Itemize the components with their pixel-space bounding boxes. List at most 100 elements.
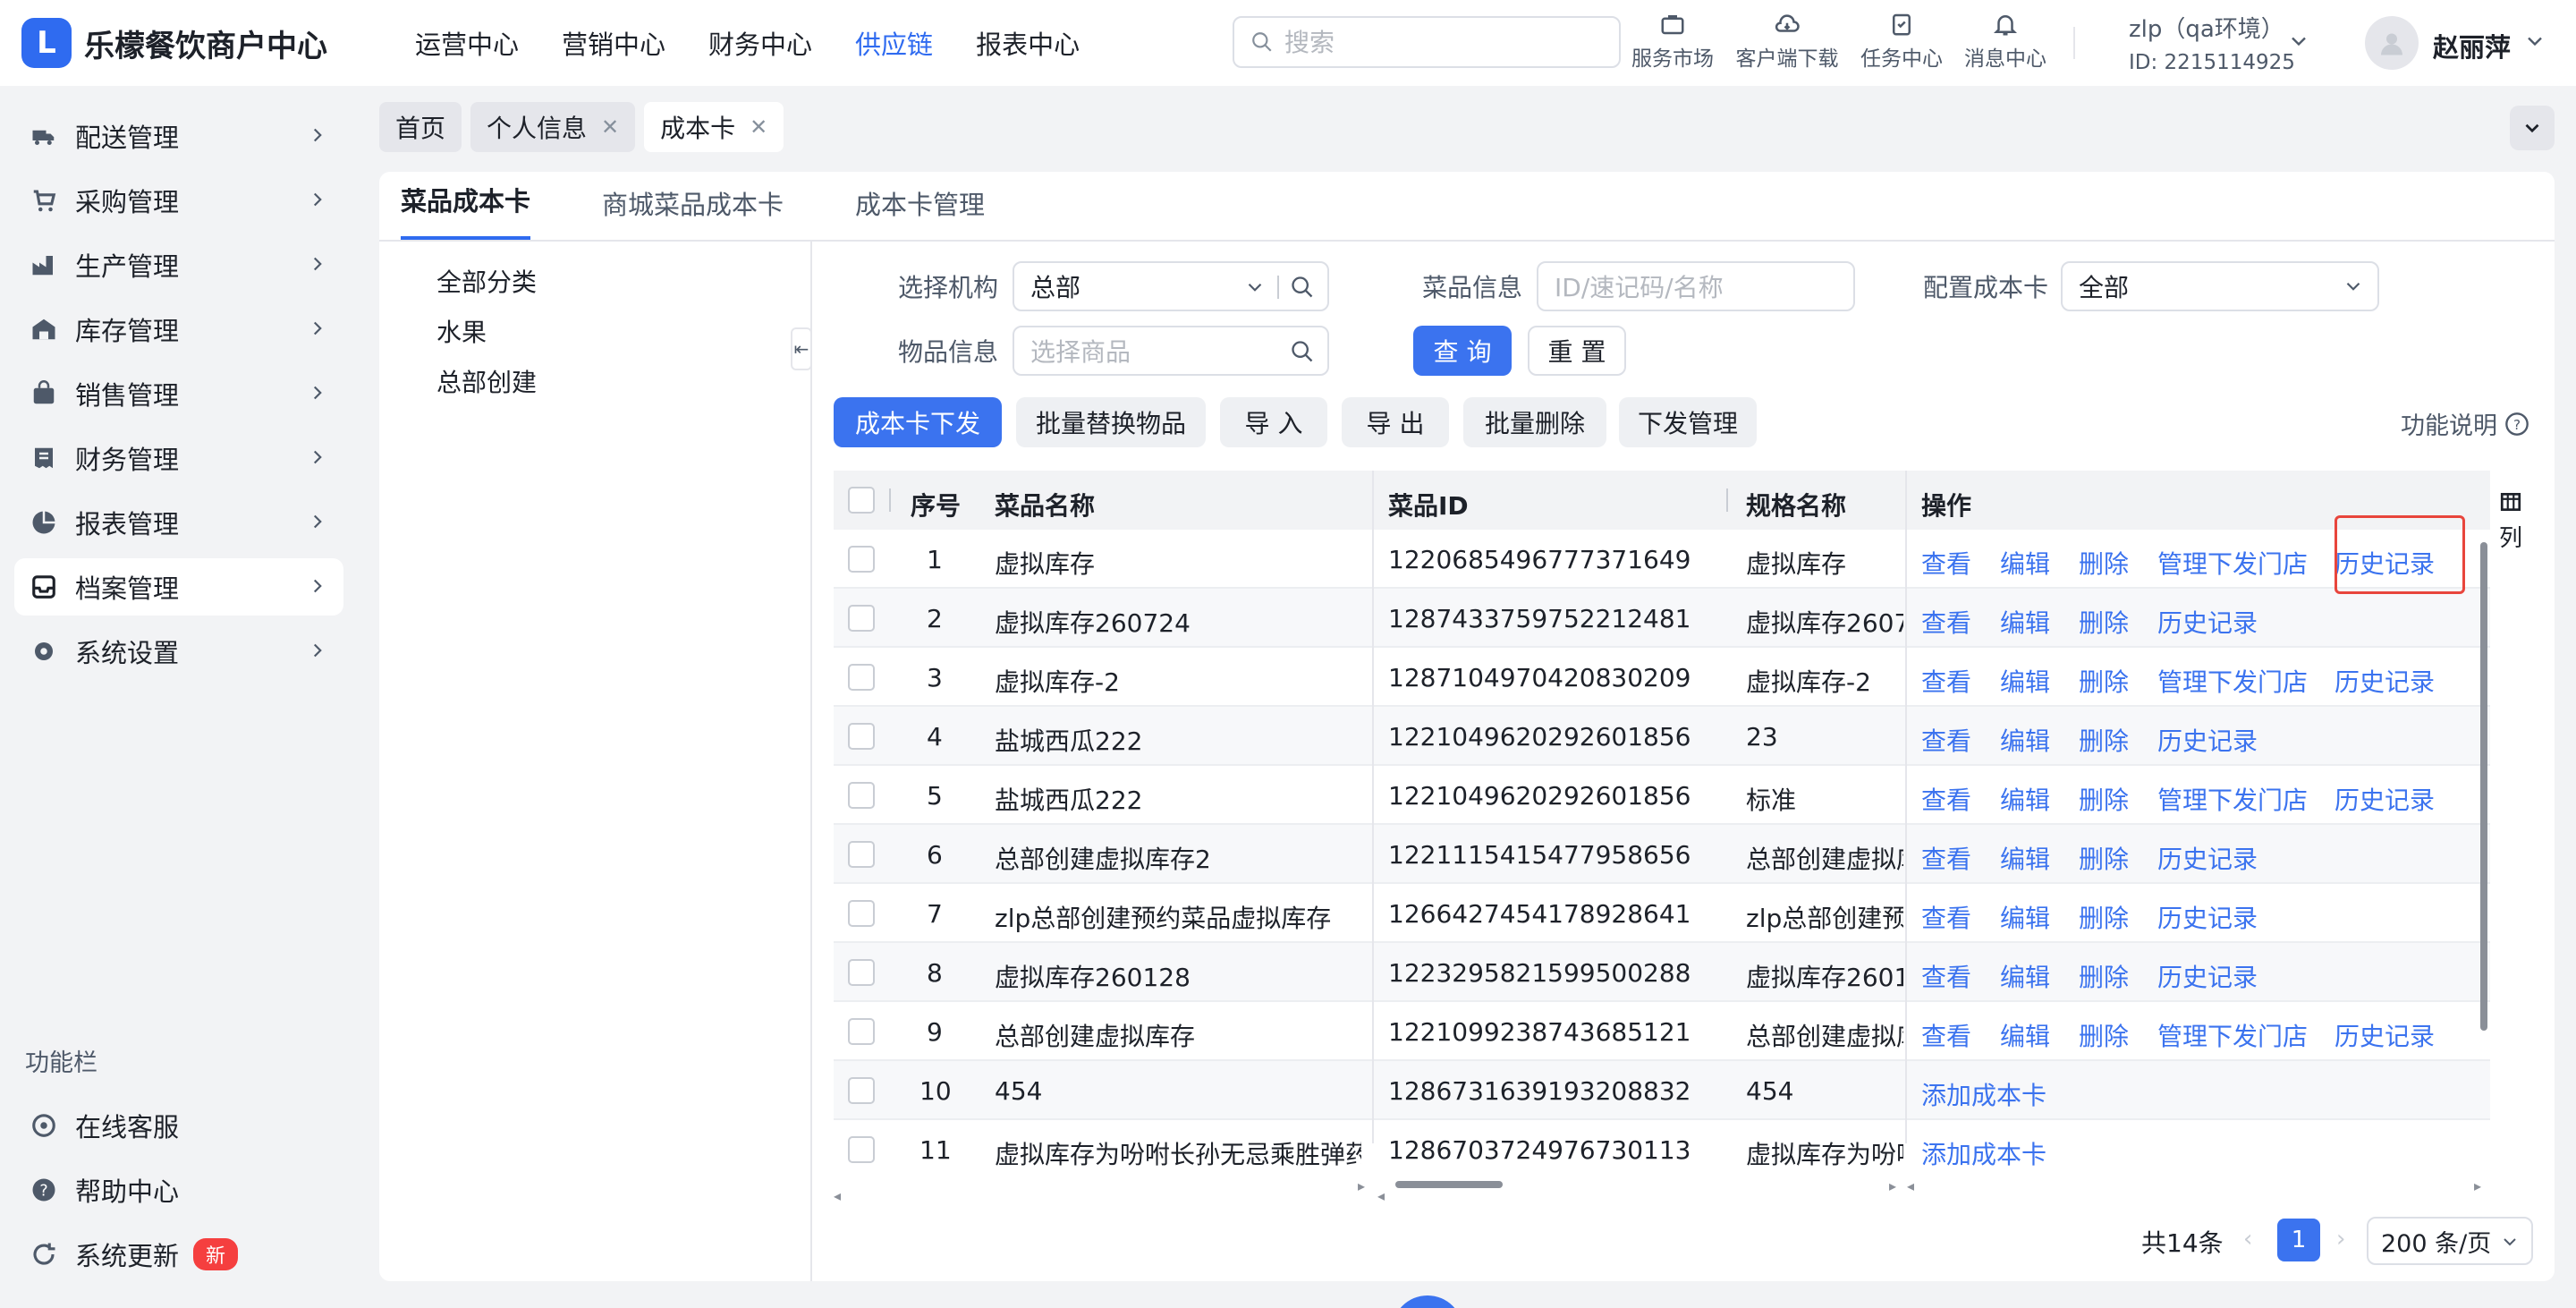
history-button[interactable]: 历史记录 (2157, 604, 2258, 640)
tab-home[interactable]: 首页 (379, 102, 462, 152)
export-button[interactable]: 导 出 (1342, 397, 1449, 447)
issue-manage-button[interactable]: 下发管理 (1619, 397, 1757, 447)
sidebar-item-reports[interactable]: 报表管理 (14, 494, 343, 551)
item-info-input[interactable]: 选择商品 (1013, 326, 1329, 376)
reset-button[interactable]: 重 置 (1528, 326, 1626, 376)
col-spec[interactable]: 规格名称 (1746, 487, 1846, 522)
manage-stores-button[interactable]: 管理下发门店 (2157, 545, 2308, 581)
edit-button[interactable]: 编辑 (2000, 840, 2050, 876)
history-button[interactable]: 历史记录 (2157, 722, 2258, 758)
horizontal-scrollbar-left[interactable]: ◂ ▸ (834, 1177, 1370, 1204)
avatar[interactable] (2365, 16, 2419, 70)
tree-item-fruit[interactable]: 水果 (436, 313, 487, 349)
delete-button[interactable]: 删除 (2079, 781, 2129, 817)
row-checkbox[interactable] (848, 1077, 875, 1104)
online-service-link[interactable]: 在线客服 (14, 1097, 343, 1154)
view-button[interactable]: 查看 (1921, 545, 1971, 581)
chevron-down-icon[interactable] (2522, 29, 2547, 54)
help-center-link[interactable]: ? 帮助中心 (14, 1161, 343, 1219)
sidebar-item-delivery[interactable]: 配送管理 (14, 107, 343, 165)
tree-item-all[interactable]: 全部分类 (436, 263, 537, 299)
sidebar-item-settings[interactable]: 系统设置 (14, 623, 343, 680)
row-checkbox[interactable] (848, 900, 875, 927)
import-button[interactable]: 导 入 (1220, 397, 1327, 447)
view-button[interactable]: 查看 (1921, 604, 1971, 640)
delete-button[interactable]: 删除 (2079, 604, 2129, 640)
service-market-button[interactable]: 服务市场 (1619, 11, 1726, 72)
view-button[interactable]: 查看 (1921, 1017, 1971, 1053)
user-name[interactable]: 赵丽萍 (2433, 27, 2511, 64)
search-input[interactable] (1284, 27, 1589, 57)
delete-button[interactable]: 删除 (2079, 545, 2129, 581)
global-search[interactable] (1233, 16, 1621, 68)
row-checkbox[interactable] (848, 841, 875, 868)
manage-stores-button[interactable]: 管理下发门店 (2157, 663, 2308, 699)
vertical-scrollbar[interactable] (2478, 530, 2490, 1168)
history-button[interactable]: 历史记录 (2334, 1017, 2435, 1053)
org-select[interactable]: 总部 (1013, 261, 1329, 311)
scroll-left-arrow[interactable]: ◂ (834, 1187, 841, 1204)
help-link[interactable]: 功能说明 ? (2401, 406, 2529, 441)
sidebar-item-archives[interactable]: 档案管理 (14, 558, 343, 616)
scroll-right-arrow[interactable]: ▸ (1889, 1177, 1896, 1194)
edit-button[interactable]: 编辑 (2000, 1017, 2050, 1053)
issue-cost-card-button[interactable]: 成本卡下发 (834, 397, 1002, 447)
scroll-left-arrow[interactable]: ◂ (1907, 1177, 1914, 1194)
delete-button[interactable]: 删除 (2079, 722, 2129, 758)
row-checkbox[interactable] (848, 723, 875, 750)
row-checkbox[interactable] (848, 605, 875, 632)
scrollbar-thumb[interactable] (2480, 542, 2487, 1031)
tabs-dropdown-button[interactable] (2510, 106, 2555, 150)
app-logo[interactable]: L 乐檬餐饮商户中心 (21, 18, 361, 68)
history-button[interactable]: 历史记录 (2157, 958, 2258, 994)
sidebar-item-production[interactable]: 生产管理 (14, 236, 343, 293)
scroll-right-arrow[interactable]: ▸ (2474, 1177, 2481, 1194)
close-icon[interactable]: ✕ (601, 115, 619, 140)
delete-button[interactable]: 删除 (2079, 958, 2129, 994)
row-checkbox[interactable] (848, 664, 875, 691)
next-page-icon[interactable]: › (2336, 1226, 2345, 1253)
close-icon[interactable]: ✕ (750, 115, 767, 140)
scroll-right-arrow[interactable]: ▸ (1358, 1177, 1365, 1194)
edit-button[interactable]: 编辑 (2000, 899, 2050, 935)
row-checkbox[interactable] (848, 959, 875, 986)
search-icon[interactable] (1290, 275, 1315, 300)
chevron-down-icon[interactable] (2286, 29, 2311, 54)
col-name[interactable]: 菜品名称 (995, 487, 1095, 522)
history-button[interactable]: 历史记录 (2157, 840, 2258, 876)
manage-stores-button[interactable]: 管理下发门店 (2157, 781, 2308, 817)
batch-delete-button[interactable]: 批量删除 (1463, 397, 1606, 447)
manage-stores-button[interactable]: 管理下发门店 (2157, 1017, 2308, 1053)
sidebar-item-purchase[interactable]: 采购管理 (14, 172, 343, 229)
sidebar-item-sales[interactable]: 销售管理 (14, 365, 343, 422)
topnav-reports[interactable]: 报表中心 (976, 24, 1080, 62)
edit-button[interactable]: 编辑 (2000, 958, 2050, 994)
history-button[interactable]: 历史记录 (2334, 781, 2435, 817)
tree-item-hq[interactable]: 总部创建 (436, 363, 537, 399)
floating-assistant-button[interactable] (1392, 1295, 1463, 1308)
tab-cost-card[interactable]: 成本卡 ✕ (644, 102, 784, 152)
history-button[interactable]: 历史记录 (2157, 899, 2258, 935)
scroll-left-arrow[interactable]: ◂ (1377, 1187, 1385, 1204)
sidebar-item-inventory[interactable]: 库存管理 (14, 301, 343, 358)
view-button[interactable]: 查看 (1921, 958, 1971, 994)
col-id[interactable]: 菜品ID (1388, 487, 1469, 522)
scrollbar-thumb[interactable] (1395, 1181, 1503, 1188)
edit-button[interactable]: 编辑 (2000, 604, 2050, 640)
tree-collapse-toggle[interactable]: ⇤ (791, 327, 812, 370)
row-checkbox[interactable] (848, 782, 875, 809)
edit-button[interactable]: 编辑 (2000, 663, 2050, 699)
edit-button[interactable]: 编辑 (2000, 781, 2050, 817)
subtab-dish-cost-card[interactable]: 菜品成本卡 (401, 181, 531, 240)
message-center-button[interactable]: 消息中心 (1952, 11, 2059, 72)
delete-button[interactable]: 删除 (2079, 840, 2129, 876)
view-button[interactable]: 查看 (1921, 840, 1971, 876)
page-size-select[interactable]: 200 条/页 (2367, 1217, 2533, 1265)
view-button[interactable]: 查看 (1921, 722, 1971, 758)
delete-button[interactable]: 删除 (2079, 663, 2129, 699)
add-cost-card-button[interactable]: 添加成本卡 (1921, 1076, 2046, 1112)
horizontal-scrollbar-right[interactable]: ◂ ▸ ◂ ▸ (1377, 1177, 2487, 1204)
config-select[interactable]: 全部 (2061, 261, 2379, 311)
topnav-ops[interactable]: 运营中心 (415, 24, 519, 62)
page-number-button[interactable]: 1 (2277, 1219, 2320, 1261)
